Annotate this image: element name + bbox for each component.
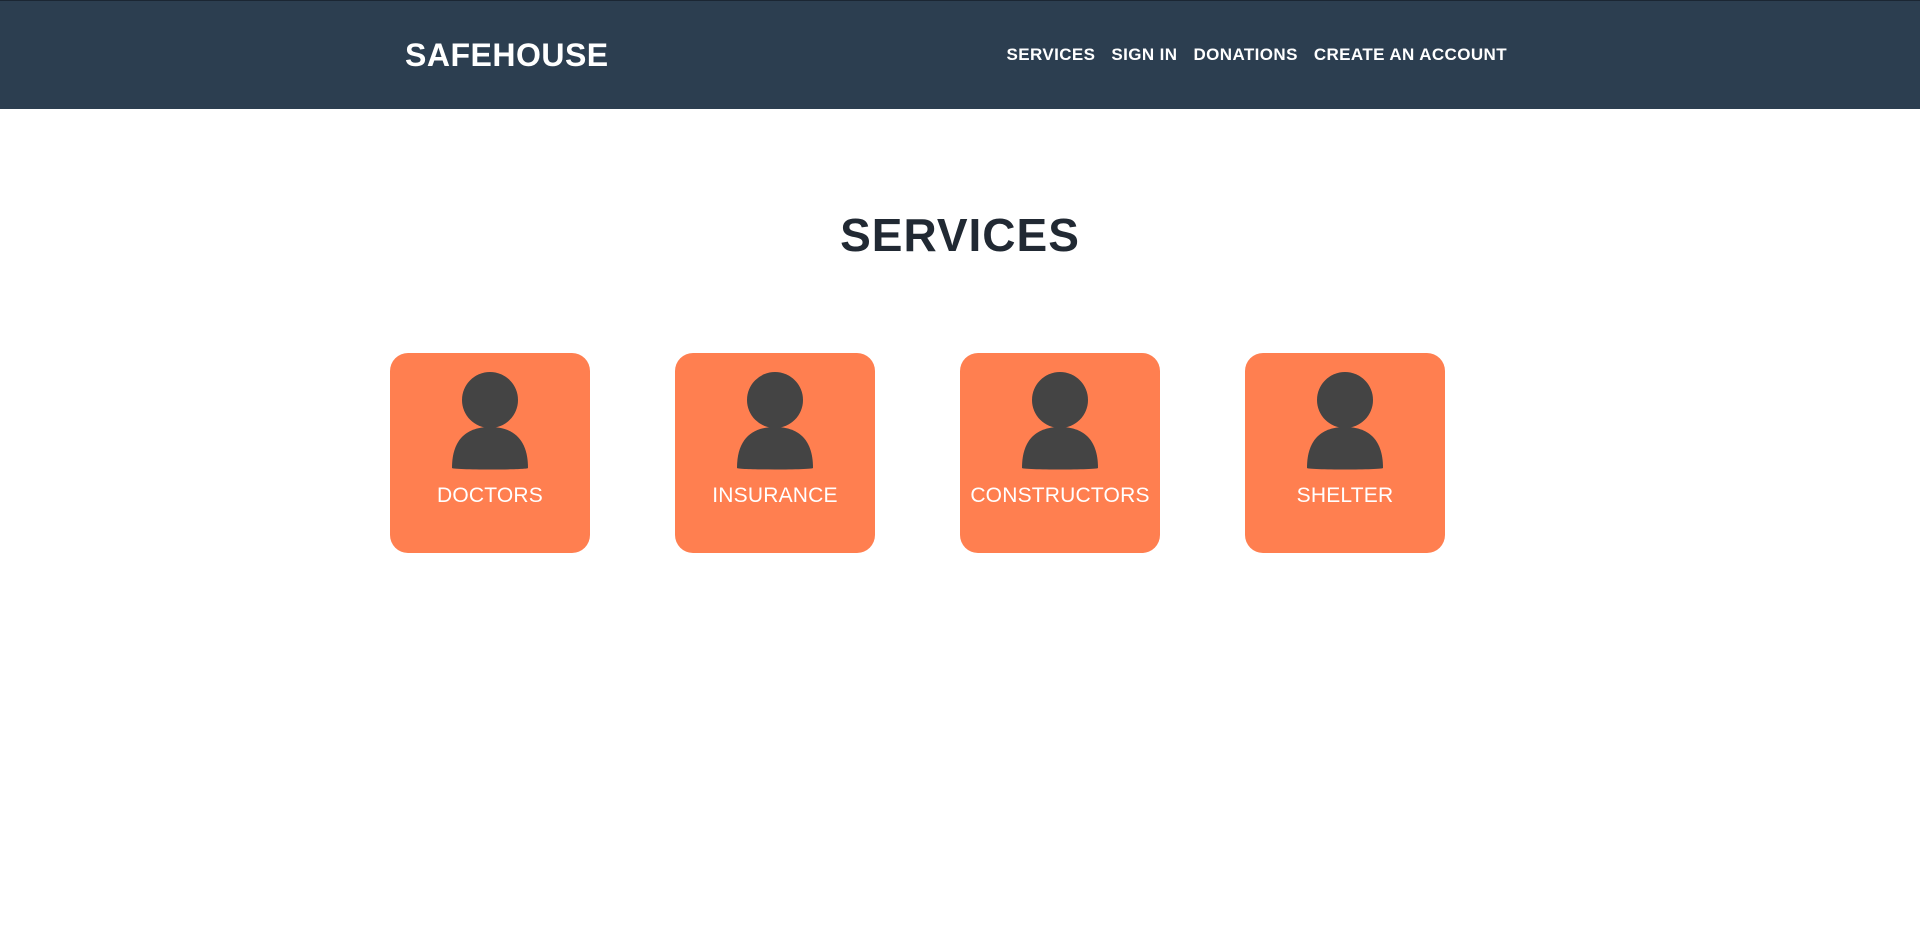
page-title: SERVICES xyxy=(840,209,1080,261)
nav-links: SERVICES SIGN IN DONATIONS CREATE AN ACC… xyxy=(1007,43,1507,67)
brand-logo[interactable]: SAFEHOUSE xyxy=(405,35,609,75)
service-card-insurance[interactable]: INSURANCE xyxy=(675,353,875,553)
nav-donations[interactable]: DONATIONS xyxy=(1193,43,1297,67)
service-label: CONSTRUCTORS xyxy=(970,484,1150,507)
service-card-shelter[interactable]: SHELTER xyxy=(1245,353,1445,553)
service-label: INSURANCE xyxy=(712,484,838,507)
nav-services[interactable]: SERVICES xyxy=(1007,43,1096,67)
nav-create-account[interactable]: CREATE AN ACCOUNT xyxy=(1314,43,1507,67)
service-label: DOCTORS xyxy=(436,484,544,507)
user-icon xyxy=(737,372,813,470)
nav-sign-in[interactable]: SIGN IN xyxy=(1111,43,1177,67)
services-grid: DOCTORS INSURANCE CONSTRUCTORS SHELTER xyxy=(390,353,1445,553)
service-label: SHELTER xyxy=(1296,484,1394,507)
service-card-constructors[interactable]: CONSTRUCTORS xyxy=(960,353,1160,553)
user-icon xyxy=(1307,372,1383,470)
user-icon xyxy=(452,372,528,470)
navbar: SAFEHOUSE SERVICES SIGN IN DONATIONS CRE… xyxy=(0,0,1920,109)
service-card-doctors[interactable]: DOCTORS xyxy=(390,353,590,553)
user-icon xyxy=(1022,372,1098,470)
